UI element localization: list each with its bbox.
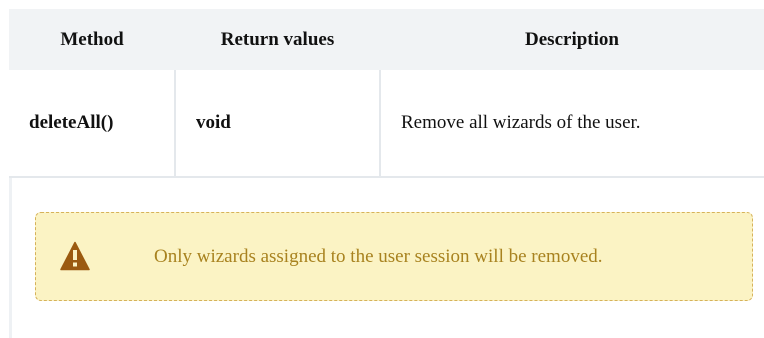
table-row: deleteAll() void Remove all wizards of t… [9,70,764,178]
warning-callout: Only wizards assigned to the user sessio… [35,212,753,301]
header-method: Method [9,9,175,70]
cell-return-value: void [175,70,381,178]
header-description: Description [380,9,764,70]
content-area: Only wizards assigned to the user sessio… [9,178,764,338]
cell-description: Remove all wizards of the user. [380,70,764,178]
warning-text: Only wizards assigned to the user sessio… [154,246,603,267]
table-header-row: Method Return values Description [9,9,764,70]
warning-triangle-icon [60,241,90,271]
methods-table: Method Return values Description deleteA… [9,9,764,178]
cell-method: deleteAll() [9,70,176,178]
header-return-values: Return values [175,9,380,70]
